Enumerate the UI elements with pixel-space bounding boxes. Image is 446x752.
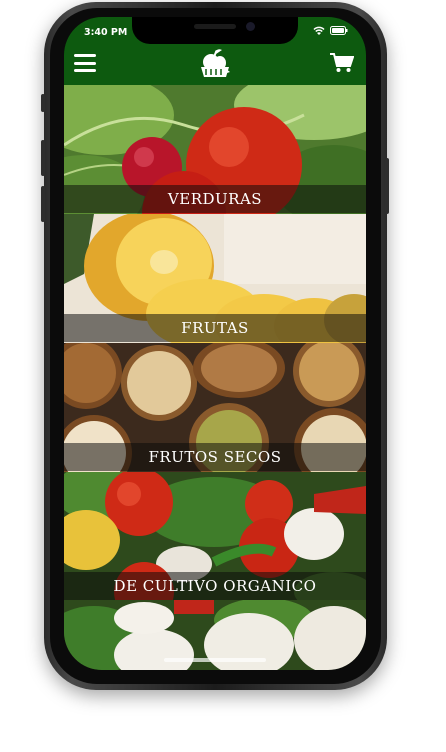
category-card-frutas[interactable]: FRUTAS bbox=[64, 214, 366, 343]
shopping-cart-icon[interactable] bbox=[330, 53, 354, 73]
status-icons bbox=[313, 26, 348, 35]
status-time: 3:40 PM bbox=[84, 27, 128, 38]
hamburger-menu-icon[interactable] bbox=[74, 54, 96, 72]
category-label: FRUTAS bbox=[64, 314, 366, 342]
category-label: FRUTOS SECOS bbox=[64, 443, 366, 471]
category-label: VERDURAS bbox=[64, 185, 366, 213]
front-camera bbox=[246, 22, 255, 31]
silent-switch bbox=[41, 94, 45, 112]
category-card-verduras[interactable]: VERDURAS bbox=[64, 85, 366, 214]
app-header: 3:40 PM bbox=[64, 17, 366, 85]
volume-up-button bbox=[41, 140, 45, 176]
category-label: DE CULTIVO ORGANICO bbox=[64, 572, 366, 600]
volume-down-button bbox=[41, 186, 45, 222]
category-card-organico[interactable]: DE CULTIVO ORGANICO bbox=[64, 472, 366, 600]
notch bbox=[132, 17, 298, 44]
speaker bbox=[194, 24, 236, 29]
home-indicator[interactable] bbox=[164, 658, 266, 662]
app-screen: VERDURAS FRUTAS FRUTOS SECOS DE CULTIVO … bbox=[64, 17, 366, 670]
battery-icon bbox=[330, 26, 348, 35]
fruit-basket-logo-icon[interactable] bbox=[198, 48, 232, 78]
category-card-frutos-secos[interactable]: FRUTOS SECOS bbox=[64, 343, 366, 472]
wifi-icon bbox=[313, 26, 325, 35]
power-button bbox=[385, 158, 389, 214]
